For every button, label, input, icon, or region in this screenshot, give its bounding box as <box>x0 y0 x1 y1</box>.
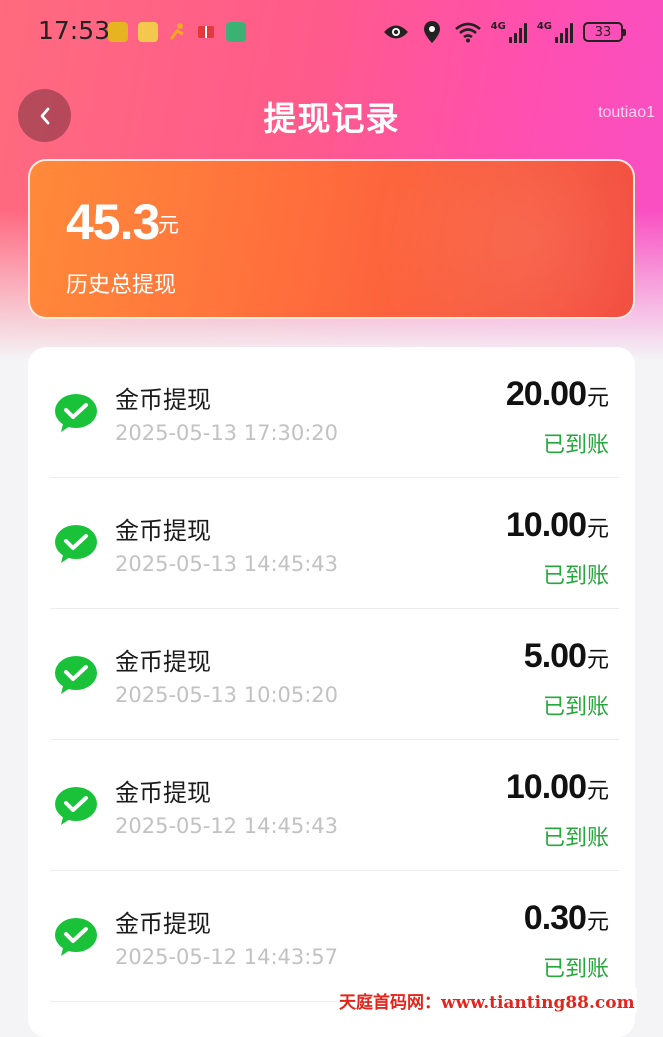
page-title: 提现记录 <box>263 99 400 138</box>
record-time: 2025-05-12 14:43:57 <box>115 945 339 969</box>
record-unit: 元 <box>586 648 609 673</box>
record-unit: 元 <box>586 517 609 542</box>
record-amount-group: 0.30 元 <box>524 899 609 938</box>
eye-icon <box>383 20 409 44</box>
record-status: 已到账 <box>542 433 609 458</box>
wechat-icon <box>55 918 97 956</box>
record-title: 金币提现 <box>115 910 211 938</box>
record-amount-group: 5.00 元 <box>524 637 609 676</box>
record-title: 金币提现 <box>115 648 211 676</box>
status-bar: 17:53 4G 4G 33 <box>0 0 663 62</box>
record-status: 已到账 <box>542 695 609 720</box>
notification-app-icon-5 <box>226 22 246 42</box>
battery-icon: 33 <box>583 22 626 42</box>
record-amount: 0.30 <box>523 899 587 937</box>
record-title: 金币提现 <box>115 386 211 414</box>
notification-app-icon-1 <box>108 22 128 42</box>
record-amount-group: 10.00 元 <box>506 768 609 807</box>
wechat-icon <box>55 787 97 825</box>
record-row[interactable]: 金币提现 2025-05-12 14:45:43 10.00 元 已到账 <box>28 740 635 871</box>
wechat-icon <box>55 525 97 563</box>
header-tag: toutiao1 <box>598 104 655 121</box>
wechat-icon <box>55 656 97 694</box>
status-icons: 4G 4G 33 <box>383 18 626 46</box>
watermark-text: 天庭首码网：www.tianting88.com <box>337 988 637 1013</box>
record-title: 金币提现 <box>115 779 211 807</box>
record-amount: 10.00 <box>505 768 587 806</box>
cellular-signal-icon-1: 4G <box>491 21 527 43</box>
record-amount: 10.00 <box>505 506 587 544</box>
record-time: 2025-05-12 14:45:43 <box>115 814 339 838</box>
record-unit: 元 <box>586 910 609 935</box>
wifi-icon <box>454 20 481 44</box>
record-time: 2025-05-13 17:30:20 <box>115 421 339 445</box>
record-time: 2025-05-13 10:05:20 <box>115 683 339 707</box>
total-withdrawn-unit: 元 <box>158 213 179 237</box>
notification-app-icon-3 <box>168 22 188 42</box>
record-amount-group: 20.00 元 <box>506 375 609 414</box>
cellular-signal-icon-2: 4G <box>537 21 573 43</box>
record-row[interactable]: 金币提现 2025-05-13 14:45:43 10.00 元 已到账 <box>28 478 635 609</box>
notification-app-icon-2 <box>138 22 158 42</box>
record-row[interactable]: 金币提现 2025-05-12 14:43:57 0.30 元 已到账 <box>28 871 635 1002</box>
location-icon <box>419 20 445 44</box>
record-unit: 元 <box>586 386 609 411</box>
withdrawal-record-list: 金币提现 2025-05-13 17:30:20 20.00 元 已到账 金币提… <box>28 347 635 1037</box>
notification-app-icon-4 <box>196 22 216 42</box>
record-amount: 5.00 <box>523 637 587 675</box>
record-time: 2025-05-13 14:45:43 <box>115 552 339 576</box>
record-status: 已到账 <box>542 564 609 589</box>
record-status: 已到账 <box>542 826 609 851</box>
status-time: 17:53 <box>38 16 111 45</box>
record-row[interactable]: 金币提现 2025-05-13 10:05:20 5.00 元 已到账 <box>28 609 635 740</box>
record-title: 金币提现 <box>115 517 211 545</box>
total-withdrawn-amount: 45.3 <box>66 194 160 250</box>
record-amount-group: 10.00 元 <box>506 506 609 545</box>
summary-card: 45.3 元 历史总提现 <box>28 159 635 319</box>
record-row[interactable]: 金币提现 2025-05-13 17:30:20 20.00 元 已到账 <box>28 347 635 478</box>
record-amount: 20.00 <box>505 375 587 413</box>
wechat-icon <box>55 394 97 432</box>
total-withdrawn-label: 历史总提现 <box>66 273 177 298</box>
record-status: 已到账 <box>542 957 609 982</box>
record-unit: 元 <box>586 779 609 804</box>
